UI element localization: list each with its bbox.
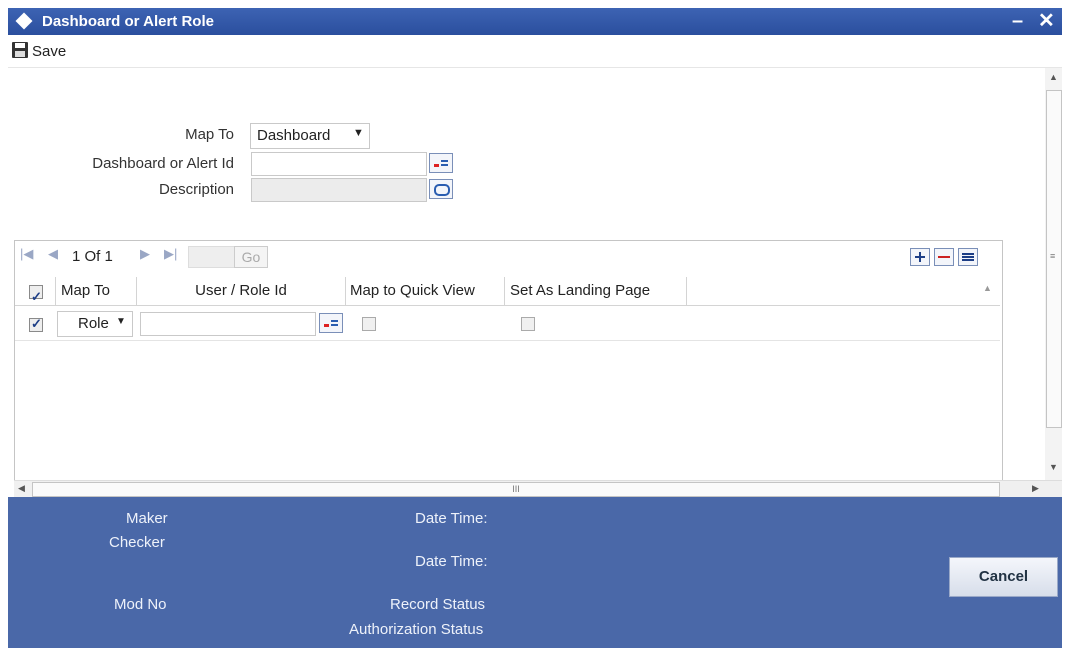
- cancel-button[interactable]: Cancel: [949, 557, 1058, 597]
- scroll-up-icon[interactable]: ▲: [1049, 72, 1058, 82]
- grid-scroll-up-icon[interactable]: ▲: [983, 283, 992, 293]
- table-row: Role ▼: [15, 306, 1000, 341]
- save-button[interactable]: Save: [32, 43, 66, 60]
- first-page-icon[interactable]: |◀: [20, 246, 33, 262]
- toolbar: Save: [8, 35, 1062, 68]
- alert-id-label: Dashboard or Alert Id: [92, 155, 234, 172]
- save-icon[interactable]: [12, 42, 28, 58]
- record-status-label: Record Status: [390, 596, 486, 613]
- window-title: Dashboard or Alert Role: [42, 13, 214, 30]
- scroll-down-icon[interactable]: ▼: [1049, 462, 1058, 472]
- row-map-to-value: Role: [78, 315, 109, 332]
- user-role-lookup-icon[interactable]: [319, 313, 343, 333]
- window-diamond-icon: [15, 12, 33, 30]
- row-select-checkbox[interactable]: [29, 316, 43, 332]
- last-page-icon[interactable]: ▶|: [164, 246, 177, 262]
- horizontal-scrollbar[interactable]: ◀ III ▶: [14, 480, 1062, 498]
- chevron-down-icon: ▼: [353, 127, 364, 139]
- next-page-icon[interactable]: ▶: [140, 246, 150, 262]
- page-number-input[interactable]: [188, 246, 236, 268]
- maker-date-time-label: Date Time:: [415, 510, 488, 527]
- map-to-label: Map To: [185, 126, 234, 143]
- map-to-select[interactable]: Dashboard ▼: [250, 123, 370, 149]
- column-header-user-role-id[interactable]: User / Role Id: [137, 277, 346, 305]
- grid-header: Map To User / Role Id Map to Quick View …: [15, 277, 1000, 311]
- alert-id-lookup-icon[interactable]: [429, 153, 453, 173]
- checker-date-time-label: Date Time:: [415, 553, 488, 570]
- minimize-icon[interactable]: –: [1012, 10, 1023, 33]
- scroll-left-icon[interactable]: ◀: [18, 483, 25, 494]
- description-input[interactable]: [251, 178, 427, 202]
- prev-page-icon[interactable]: ◀: [48, 246, 58, 262]
- column-header-landing-page[interactable]: Set As Landing Page: [505, 277, 687, 305]
- maker-label: Maker: [126, 510, 168, 527]
- title-bar: Dashboard or Alert Role – ✕: [8, 8, 1062, 35]
- alert-id-input[interactable]: [251, 152, 427, 176]
- delete-row-icon[interactable]: [934, 248, 954, 266]
- chevron-down-icon: ▼: [116, 316, 126, 327]
- mod-no-label: Mod No: [114, 596, 167, 613]
- single-view-icon[interactable]: [958, 248, 978, 266]
- column-header-quick-view[interactable]: Map to Quick View: [345, 277, 505, 305]
- row-map-to-select[interactable]: Role ▼: [57, 311, 133, 337]
- checker-label: Checker: [109, 534, 165, 551]
- pager: |◀ ◀ 1 Of 1 ▶ ▶| Go: [14, 241, 1001, 271]
- close-icon[interactable]: ✕: [1038, 8, 1055, 33]
- go-button[interactable]: Go: [234, 246, 268, 268]
- audit-footer: Maker Checker Date Time: Date Time: Mod …: [8, 497, 1062, 648]
- authorization-status-label: Authorization Status: [349, 621, 484, 638]
- scroll-right-icon[interactable]: ▶: [1032, 483, 1039, 494]
- description-edit-icon[interactable]: [429, 179, 453, 199]
- horizontal-scroll-thumb[interactable]: III: [32, 482, 1000, 497]
- add-row-icon[interactable]: [910, 248, 930, 266]
- page-indicator: 1 Of 1: [72, 248, 113, 265]
- header-select-cell: [15, 277, 56, 311]
- vertical-scroll-thumb[interactable]: ≡: [1046, 90, 1062, 428]
- column-header-map-to[interactable]: Map To: [55, 277, 137, 305]
- landing-page-checkbox[interactable]: [521, 317, 535, 331]
- user-role-id-input[interactable]: [140, 312, 316, 336]
- vertical-scrollbar[interactable]: ▲ ≡ ▼: [1045, 68, 1062, 480]
- select-all-checkbox[interactable]: [29, 283, 43, 311]
- description-label: Description: [158, 181, 234, 198]
- map-to-value: Dashboard: [257, 127, 331, 144]
- quick-view-checkbox[interactable]: [362, 317, 376, 331]
